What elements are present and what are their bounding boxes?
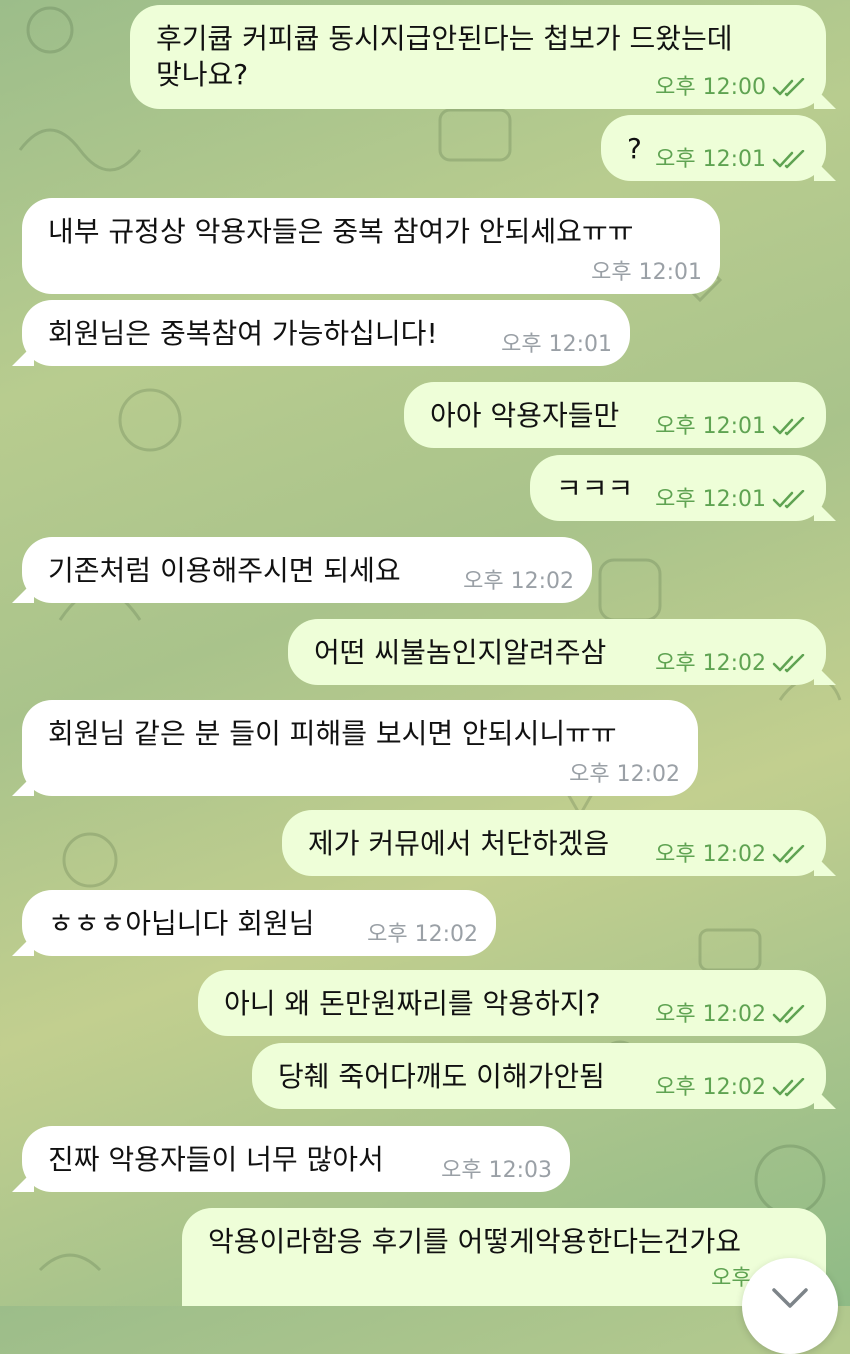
message-time: 오후 12:01: [655, 487, 766, 512]
double-check-icon: [772, 1005, 805, 1024]
message-time: 오후 12:02: [655, 1002, 766, 1027]
message-time: 오후 12:02: [655, 651, 766, 676]
message-bubble-incoming[interactable]: 내부 규정상 악용자들은 중복 참여가 안되세요ㅠㅠ 오후 12:01: [22, 198, 720, 294]
message-meta: 오후 12:02: [655, 651, 808, 677]
message-bubble-incoming[interactable]: 기존처럼 이용해주시면 되세요 오후 12:02: [22, 537, 592, 603]
double-check-icon: [772, 845, 805, 864]
message-meta: 오후 12:02: [655, 842, 808, 868]
message-meta: 오후 12:01: [501, 332, 612, 358]
message-bubble-outgoing[interactable]: 악용이라함응 후기를 어떻게악용한다는건가요 오후 12:0: [182, 1208, 826, 1306]
double-check-icon: [772, 150, 805, 169]
message-time: 오후 12:02: [367, 922, 478, 947]
message-bubble-outgoing[interactable]: ? 오후 12:01: [601, 115, 826, 181]
double-check-icon: [772, 78, 805, 97]
message-text: 악용이라함응 후기를 어떻게악용한다는건가요: [208, 1225, 742, 1258]
message-meta: 오후 12:02: [655, 1075, 808, 1101]
message-meta: 오후 12:03: [441, 1158, 552, 1184]
message-time: 오후 12:02: [463, 569, 574, 594]
chevron-down-icon: [772, 1288, 808, 1308]
message-time: 오후 12:00: [655, 75, 766, 100]
message-bubble-incoming[interactable]: 진짜 악용자들이 너무 많아서 오후 12:03: [22, 1126, 570, 1192]
message-bubble-outgoing[interactable]: 당췌 죽어다깨도 이해가안됨 오후 12:02: [252, 1043, 826, 1109]
message-time: 오후 12:01: [591, 260, 702, 285]
message-time: 오후 12:02: [655, 842, 766, 867]
scroll-to-bottom-button[interactable]: [742, 1258, 838, 1354]
message-meta: 오후 12:02: [367, 922, 478, 948]
message-meta: 오후 12:02: [463, 569, 574, 595]
message-bubble-outgoing[interactable]: 아니 왜 돈만원짜리를 악용하지? 오후 12:02: [198, 970, 826, 1036]
message-time: 오후 12:01: [501, 332, 612, 357]
message-time: 오후 12:01: [655, 147, 766, 172]
message-bubble-outgoing[interactable]: 어떤 씨불놈인지알려주삼 오후 12:02: [288, 619, 826, 685]
message-bubble-incoming[interactable]: ㅎㅎㅎ아닙니다 회원님 오후 12:02: [22, 890, 496, 956]
message-time: 오후 12:02: [569, 762, 680, 787]
message-list[interactable]: 후기큡 커피큡 동시지급안된다는 첩보가 드왔는데 맞나요? 오후 12:00 …: [0, 0, 850, 1306]
message-time: 오후 12:03: [441, 1158, 552, 1183]
message-meta: 오후 12:02: [569, 762, 680, 788]
message-bubble-outgoing[interactable]: 후기큡 커피큡 동시지급안된다는 첩보가 드왔는데 맞나요? 오후 12:00: [130, 5, 826, 109]
message-text: 내부 규정상 악용자들은 중복 참여가 안되세요ㅠㅠ: [48, 215, 634, 248]
message-bubble-outgoing[interactable]: 제가 커뮤에서 처단하겠음 오후 12:02: [282, 810, 826, 876]
message-meta: 오후 12:01: [655, 414, 808, 440]
double-check-icon: [772, 654, 805, 673]
message-time: 오후 12:02: [655, 1075, 766, 1100]
message-text: 회원님 같은 분 들이 피해를 보시면 안되시니ㅠㅠ: [48, 717, 617, 750]
double-check-icon: [772, 490, 805, 509]
message-time: 오후 12:01: [655, 414, 766, 439]
double-check-icon: [772, 1078, 805, 1097]
message-meta: 오후 12:01: [655, 487, 808, 513]
message-meta: 오후 12:00: [655, 75, 808, 101]
message-bubble-incoming[interactable]: 회원님은 중복참여 가능하십니다! 오후 12:01: [22, 300, 630, 366]
message-meta: 오후 12:02: [655, 1002, 808, 1028]
double-check-icon: [772, 417, 805, 436]
message-meta: 오후 12:01: [591, 260, 702, 286]
message-meta: 오후 12:01: [655, 147, 808, 173]
message-bubble-outgoing[interactable]: ㅋㅋㅋ 오후 12:01: [530, 455, 826, 521]
message-bubble-incoming[interactable]: 회원님 같은 분 들이 피해를 보시면 안되시니ㅠㅠ 오후 12:02: [22, 700, 698, 796]
message-bubble-outgoing[interactable]: 아아 악용자들만 오후 12:01: [404, 382, 826, 448]
